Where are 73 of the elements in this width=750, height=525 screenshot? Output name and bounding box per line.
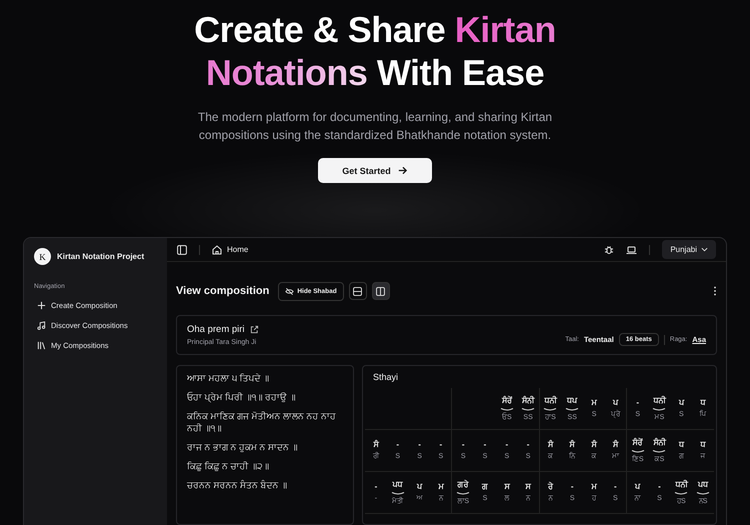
get-started-button[interactable]: Get Started: [318, 158, 432, 183]
split-columns-icon: [376, 286, 386, 296]
plus-icon: [37, 301, 46, 310]
shabad-line: ਕਨਿਕ ਮਾਣਿਕ ਗਜ ਮੋਤੀਅਨ ਲਾਲਨ ਨਹ ਨਾਹ ਨਹੀ ॥੧॥: [187, 410, 338, 434]
swar-note: -: [396, 440, 400, 450]
composition-title: Oha prem piri: [187, 324, 245, 335]
swar-note: ਸੰਨੀ: [653, 438, 666, 448]
swar-note: ਪਧ: [392, 480, 403, 490]
external-link-icon[interactable]: [250, 325, 259, 334]
swar-note: ਧਨੀ: [653, 396, 666, 406]
shabad-line: ਚਰਨਨ ਸਰਨਨ ਸੰਤਨ ਬੰਦਨ ॥: [187, 479, 288, 491]
rows-layout-button[interactable]: [348, 282, 367, 300]
shabad-line: ਓਹਾ ਪ੍ਰੇਮ ਪਿਰੀ ॥੧॥ ਰਹਾਉ ॥: [187, 391, 297, 403]
swar-note: ਗ: [482, 482, 488, 492]
swar-note: ਸੰਰੇਂ: [502, 396, 512, 406]
chevron-down-icon: [701, 246, 708, 253]
bug-icon[interactable]: [604, 244, 614, 254]
eye-off-icon: [285, 286, 294, 296]
project-name: Kirtan Notation Project: [57, 252, 144, 261]
swar-note: -: [570, 482, 574, 492]
sidebar-toggle-icon[interactable]: [177, 244, 187, 254]
swar-note: -: [418, 440, 421, 450]
swar-note: ਪ: [678, 398, 684, 408]
home-icon: [212, 244, 222, 254]
swar-note: ਪ: [612, 398, 618, 408]
swar-note: ਮ: [592, 482, 597, 492]
music-note-icon: [37, 321, 46, 330]
books-icon: [37, 341, 46, 350]
swar-note: ਸੰ: [373, 440, 378, 450]
swar-note: ਸੰ: [612, 440, 618, 450]
swar-note: -: [374, 482, 378, 492]
language-select[interactable]: Punjabi: [662, 240, 716, 259]
swar-note: -: [636, 398, 639, 408]
split-rows-icon: [353, 286, 362, 296]
swar-note: -: [526, 440, 530, 450]
swar-note: ਧ: [678, 440, 684, 450]
swar-note: -: [658, 482, 661, 492]
swar-note: ਗਰੇ: [458, 480, 469, 490]
swar-note: ਸੰਰੇਂ: [632, 438, 643, 448]
columns-layout-button[interactable]: [372, 282, 390, 300]
hero-subtitle: The modern platform for documenting, learning, and sharing Kirtan compositions using the standardized Bhatkhande notation system.: [196, 109, 554, 144]
swar-note: ਧ: [700, 440, 706, 450]
swar-note: ਪ: [417, 482, 422, 492]
swar-note: ਮ: [438, 482, 444, 492]
swar-note: ਧਪ: [567, 396, 578, 406]
more-options-icon[interactable]: [713, 286, 717, 296]
shabad-line: ਆਸਾ ਮਹਲਾ ੫ ਤਿਪਦੇ ॥: [187, 372, 270, 384]
swar-note: ਸੰਨੀ: [522, 396, 534, 406]
swar-note: ਪਧ: [698, 480, 708, 490]
swar-note: ਸੰ: [592, 440, 597, 450]
logo-icon: K: [34, 248, 51, 265]
swar-note: -: [505, 440, 508, 450]
arrow-right-icon: [396, 165, 408, 176]
shabad-line: ਰਾਜ ਨ ਭਾਗ ਨ ਹੁਕਮ ਨ ਸਾਦਨ ॥: [187, 441, 299, 453]
laptop-icon[interactable]: [626, 244, 638, 254]
swar-note: ਧਨੀ: [544, 396, 556, 406]
shabad-line: ਕਿਛੁ ਕਿਛੁ ਨ ਚਾਹੀ ॥੨॥: [187, 460, 270, 472]
swar-note: ਸੰ: [570, 440, 575, 450]
swar-note: ਸ: [504, 482, 510, 492]
page-title: View composition: [176, 285, 270, 297]
swar-note: -: [484, 440, 486, 450]
swar-note: ਧ: [700, 398, 706, 408]
swar-note: ਸ: [526, 482, 531, 492]
swar-note: -: [440, 440, 442, 450]
swar-note: -: [462, 440, 464, 450]
swar-note: ਮ: [592, 398, 597, 408]
swar-note: ਰੇ: [548, 482, 553, 492]
home-link[interactable]: Home: [212, 244, 248, 254]
swar-note: ਸੰ: [548, 440, 553, 450]
swar-note: ਧਨੀ: [675, 480, 688, 490]
swar-note: ਪ: [635, 482, 640, 492]
swar-note: -: [614, 482, 617, 492]
section-title: Sthayi: [372, 372, 400, 382]
